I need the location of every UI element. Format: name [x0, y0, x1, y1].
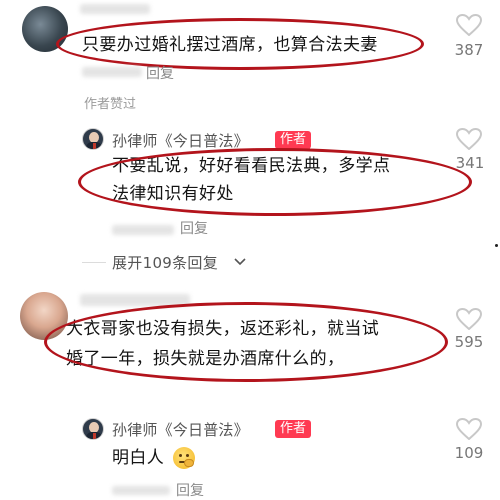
blurred-timestamp [112, 486, 170, 495]
reply-text-line1: 不要乱说，好好看看民法典，多学点 [112, 156, 391, 176]
reply-button[interactable]: 回复 [146, 63, 174, 83]
avatar[interactable] [82, 418, 104, 440]
reply-author-name[interactable]: 孙律师《今日普法》 [112, 131, 249, 151]
reply-text: 明白人 [112, 448, 165, 468]
comment-text-line1: 大衣哥家也没有损失，返还彩礼，就当试 [66, 319, 380, 339]
divider [82, 262, 106, 263]
dot [495, 244, 498, 247]
expand-replies-button[interactable]: 展开109条回复 [112, 252, 218, 273]
avatar[interactable] [22, 6, 68, 52]
author-badge: 作者 [275, 420, 312, 438]
heart-icon[interactable] [456, 128, 482, 150]
blurred-username [80, 4, 150, 14]
reply-button[interactable]: 回复 [180, 218, 208, 238]
like-count: 109 [454, 444, 484, 462]
reply-author-name[interactable]: 孙律师《今日普法》 [112, 420, 249, 440]
avatar[interactable] [82, 128, 104, 150]
avatar[interactable] [20, 292, 68, 340]
comment-text: 只要办过婚礼摆过酒席，也算合法夫妻 [82, 35, 378, 55]
blurred-timestamp [82, 67, 142, 77]
heart-icon[interactable] [456, 308, 482, 330]
blurred-timestamp [112, 225, 174, 235]
heart-icon[interactable] [456, 418, 482, 440]
comment-text-line2: 婚了一年，损失就是办酒席什么的， [66, 349, 345, 369]
reply-text-line2: 法律知识有好处 [112, 184, 234, 204]
heart-icon[interactable] [456, 14, 482, 36]
like-count: 387 [454, 41, 484, 59]
like-count: 595 [454, 333, 484, 351]
author-badge: 作者 [275, 131, 312, 149]
reply-button[interactable]: 回复 [176, 480, 204, 500]
blurred-username [80, 294, 190, 306]
thinking-face-emoji [173, 447, 195, 469]
chevron-down-icon[interactable] [234, 258, 246, 266]
author-liked-label: 作者赞过 [84, 97, 137, 112]
like-count: 341 [455, 154, 485, 172]
